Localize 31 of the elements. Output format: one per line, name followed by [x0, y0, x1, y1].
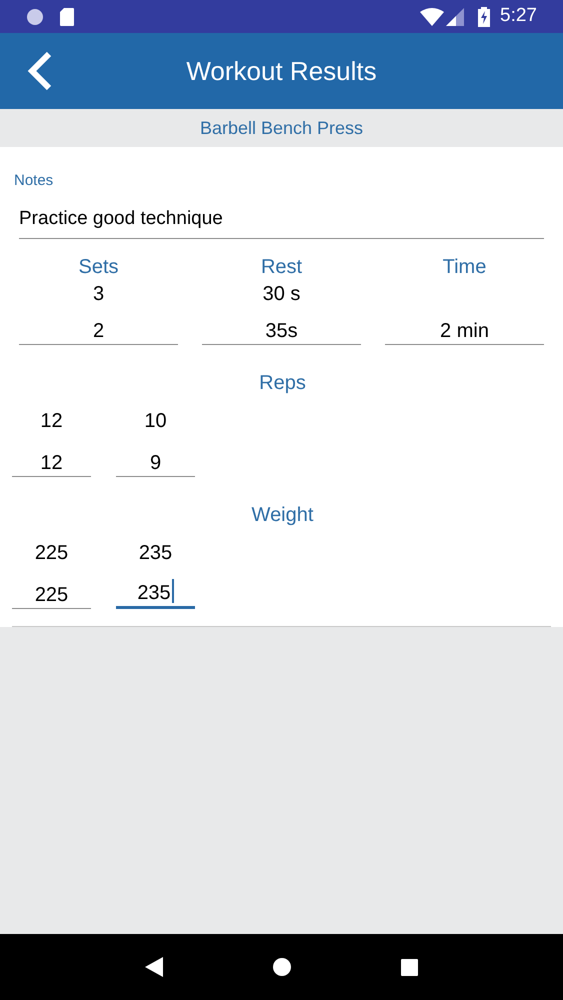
target-value: 30 s — [262, 282, 300, 307]
input-field[interactable]: 12 — [12, 439, 91, 477]
sd-card-icon — [60, 8, 74, 26]
signal-icon — [446, 8, 464, 26]
exercise-name: Barbell Bench Press — [200, 116, 364, 140]
back-icon — [27, 51, 53, 91]
section-label: Reps — [259, 371, 306, 396]
recents-icon[interactable] — [401, 958, 418, 976]
back-nav-icon[interactable] — [144, 957, 163, 977]
input-field[interactable]: 2 min — [385, 307, 544, 345]
target-value: 10 — [144, 409, 167, 434]
input-field[interactable]: 2 — [19, 307, 178, 345]
target-value: 3 — [92, 282, 104, 307]
target-value: 12 — [40, 409, 63, 434]
column-label: Sets — [78, 255, 119, 280]
target-value: 235 — [138, 541, 172, 566]
target-value: 225 — [34, 541, 68, 566]
notes-label: Notes — [14, 172, 54, 189]
input-field[interactable]: 225 — [12, 571, 91, 609]
battery-icon — [478, 6, 490, 26]
screen-title: Workout Results — [185, 54, 378, 88]
input-field[interactable]: 235 — [116, 571, 195, 609]
column-label: Rest — [260, 255, 302, 280]
column-label: Time — [442, 255, 486, 280]
clock: 5:27 — [500, 4, 537, 28]
input-field[interactable]: 35s — [202, 307, 361, 345]
home-icon[interactable] — [272, 957, 292, 977]
section-label: Weight — [252, 503, 314, 528]
text-cursor-icon — [172, 579, 174, 603]
notes-field[interactable]: Practice good technique — [19, 201, 544, 239]
input-field[interactable]: 9 — [116, 439, 195, 477]
